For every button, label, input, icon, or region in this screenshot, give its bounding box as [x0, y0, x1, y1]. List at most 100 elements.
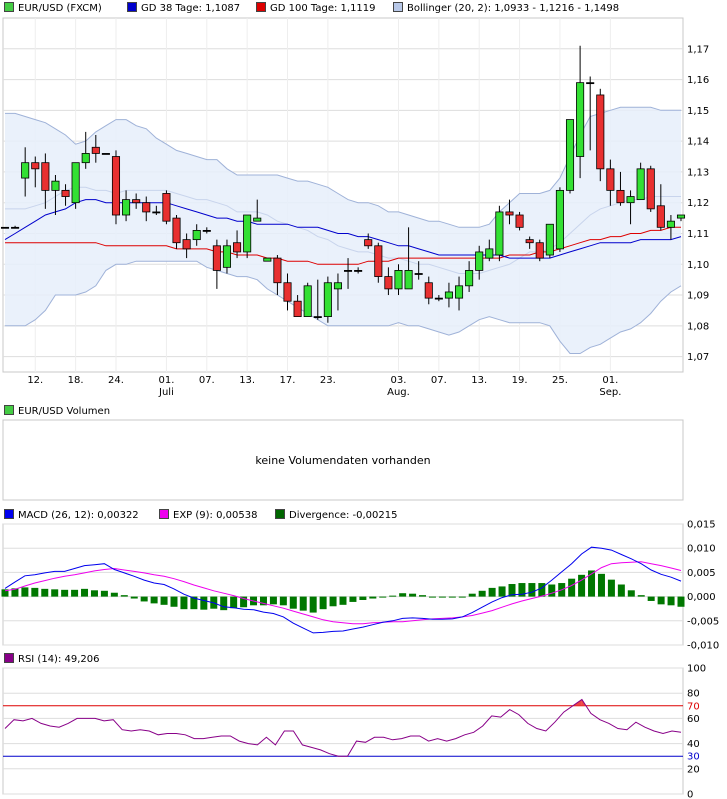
candle-body	[233, 242, 242, 253]
candle-body	[485, 248, 494, 259]
divergence-bar	[607, 579, 615, 597]
candle-body	[202, 229, 211, 232]
divergence-bar	[657, 596, 665, 605]
candle-body	[192, 229, 201, 241]
candle-body	[576, 82, 585, 157]
rsi-y-tick-label: 40	[687, 739, 700, 750]
candle-body	[646, 168, 655, 210]
rsi-y-tick-label: 60	[687, 714, 700, 725]
divergence-bar	[120, 595, 128, 597]
divergence-bar	[498, 586, 506, 597]
divergence-bar	[428, 596, 436, 598]
divergence-bar	[140, 596, 148, 602]
divergence-bar	[329, 596, 337, 607]
candle-body	[31, 162, 40, 170]
divergence-bar	[349, 596, 357, 602]
candle-body	[344, 270, 353, 272]
divergence-bar	[458, 596, 466, 598]
x-tick-label: 12.	[27, 375, 43, 386]
divergence-bar	[200, 596, 208, 610]
divergence-bar	[309, 596, 317, 613]
candle-body	[61, 189, 70, 197]
rsi-frame	[2, 667, 684, 795]
divergence-bar	[488, 587, 496, 597]
divergence-bar	[399, 593, 407, 597]
divergence-bar	[51, 589, 59, 597]
candle-body	[253, 217, 262, 222]
price-y-tick-label: 1,15	[687, 106, 709, 117]
x-tick-month-label: Aug.	[387, 387, 410, 398]
candle-body	[222, 245, 232, 268]
candle-body	[636, 168, 645, 201]
divergence-bar	[528, 583, 536, 597]
macd-y-tick-label: -0,005	[687, 616, 719, 627]
candle-body	[676, 214, 686, 219]
candle-body	[545, 223, 554, 256]
divergence-bar	[150, 596, 158, 604]
x-tick-label: 07.	[199, 375, 215, 386]
rsi-y-tick-label: 100	[687, 664, 706, 675]
divergence-bar	[637, 595, 645, 597]
price-y-tick-label: 1,17	[687, 44, 709, 55]
candle-body	[525, 239, 534, 244]
candle-body	[414, 273, 423, 275]
candle-body	[41, 162, 50, 191]
price-y-tick-label: 1,14	[687, 137, 709, 148]
candle-body	[495, 211, 504, 256]
rsi-y-tick-label: 0	[687, 790, 693, 799]
candle-body	[243, 214, 252, 253]
divergence-bar	[110, 592, 118, 597]
candle-body	[586, 82, 595, 85]
x-tick-label: 01.	[602, 375, 618, 386]
divergence-bar	[419, 595, 427, 597]
price-y-tick-label: 1,13	[687, 167, 709, 178]
volume-frame	[2, 419, 684, 501]
candle-body	[152, 211, 161, 214]
divergence-bar	[677, 596, 685, 607]
x-tick-label: 19.	[512, 375, 528, 386]
divergence-bar	[647, 596, 655, 601]
candle-body	[404, 270, 413, 290]
price-y-tick-label: 1,16	[687, 75, 709, 86]
divergence-bar	[100, 590, 108, 597]
divergence-bar	[81, 588, 89, 597]
divergence-bar	[409, 593, 417, 597]
divergence-bar	[220, 596, 228, 611]
x-tick-label: 25.	[552, 375, 568, 386]
candle-body	[182, 239, 191, 250]
x-tick-label: 18.	[68, 375, 84, 386]
candle-body	[0, 226, 10, 229]
candle-body	[565, 119, 575, 191]
divergence-bar	[269, 596, 277, 605]
chart-canvas: 1,07 1,08 1,09 1,10 1,11 1,12 1,13 1,14 1,15 1,16…	[0, 17, 719, 799]
candle-body	[475, 251, 484, 271]
macd-y-tick-label: 0,010	[687, 544, 716, 555]
divergence-bar	[369, 596, 377, 599]
divergence-bar	[478, 590, 486, 597]
candle-body	[142, 202, 151, 213]
divergence-bar	[90, 590, 98, 597]
candle-body	[535, 242, 544, 259]
candle-body	[21, 162, 30, 179]
rsi-y-tick-label: 80	[687, 689, 700, 700]
divergence-bar	[71, 589, 79, 597]
candle-body	[454, 285, 464, 299]
divergence-bar	[160, 596, 168, 605]
price-y-tick-label: 1,09	[687, 291, 709, 302]
candle-body	[51, 180, 60, 191]
candle-body	[91, 146, 100, 154]
price-y-tick-label: 1,12	[687, 198, 709, 209]
divergence-bar	[170, 596, 178, 607]
candle-body	[293, 300, 302, 317]
divergence-bar	[438, 596, 446, 598]
candle-body	[323, 282, 332, 317]
candle-body	[172, 217, 181, 244]
macd-y-tick-label: 0,015	[687, 520, 716, 531]
candle-body	[616, 189, 625, 204]
divergence-bar	[389, 595, 397, 597]
candle-body	[384, 276, 393, 290]
candle-body	[263, 257, 272, 262]
x-tick-label: 13.	[471, 375, 487, 386]
candle-body	[596, 94, 605, 170]
candle-body	[101, 153, 110, 155]
